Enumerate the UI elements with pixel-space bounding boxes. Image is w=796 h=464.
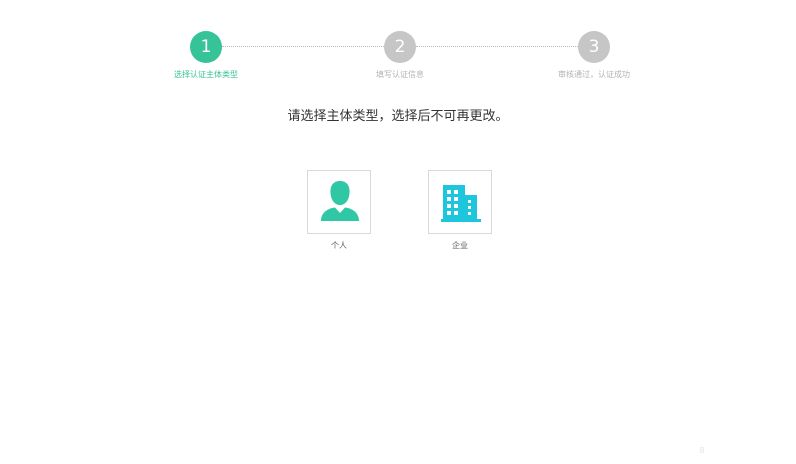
step-1-label: 选择认证主体类型 (174, 70, 238, 79)
step-3-circle: 3 (578, 31, 610, 63)
option-company-label: 企业 (452, 241, 468, 250)
person-icon (321, 181, 359, 221)
option-personal-label: 个人 (331, 241, 347, 250)
progress-stepper: 1 选择认证主体类型 2 填写认证信息 3 审核通过，认证成功 (0, 0, 796, 90)
step-connector-1-2 (222, 46, 384, 47)
instruction-text: 请选择主体类型，选择后不可再更改。 (287, 109, 509, 124)
step-1-circle: 1 (190, 31, 222, 63)
page-number: 8 (699, 446, 705, 455)
step-connector-2-3 (416, 46, 578, 47)
step-2-label: 填写认证信息 (376, 70, 424, 79)
option-company-button[interactable] (428, 170, 492, 234)
step-3-label: 审核通过，认证成功 (558, 70, 630, 79)
step-2-circle: 2 (384, 31, 416, 63)
option-personal-button[interactable] (307, 170, 371, 234)
building-icon (441, 185, 481, 222)
